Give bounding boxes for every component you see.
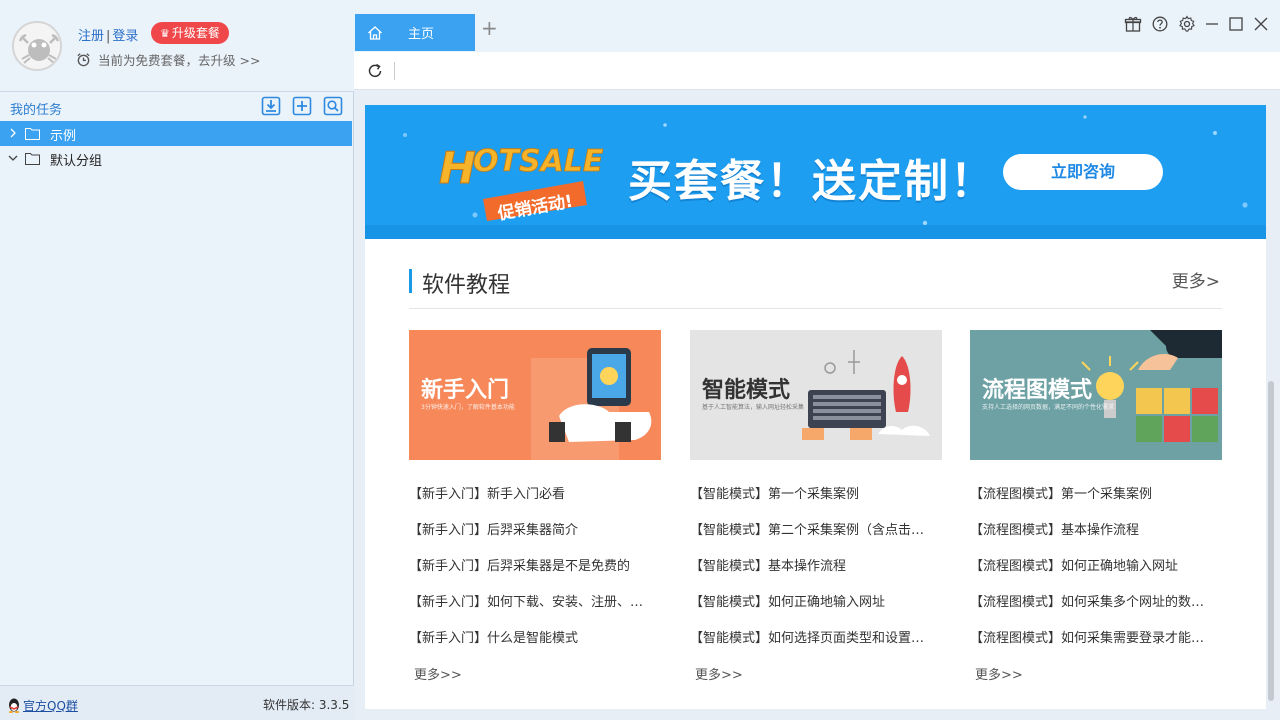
tutorial-link[interactable]: 【流程图模式】基本操作流程 <box>970 519 1222 555</box>
banner-title: 买套餐！送定制！ <box>628 156 996 207</box>
alarm-clock-icon <box>77 53 90 67</box>
card-subtitle: 基于人工智能算法，输入网址轻松采集 <box>702 404 805 411</box>
refresh-icon[interactable] <box>366 62 384 80</box>
card-title: 新手入门 <box>421 378 510 403</box>
column-more-link[interactable]: 更多>> <box>695 664 743 683</box>
column-beginner: 新手入门 3分钟快速入门，了解软件基本功能 【新手入门】新手入门必看 【新手入门… <box>409 330 661 683</box>
tutorial-link[interactable]: 【智能模式】如何正确地输入网址 <box>690 591 942 627</box>
promo-banner[interactable]: H OTSALE 促销活动! 买套餐！送定制！ 立即咨询 <box>365 105 1266 239</box>
card-subtitle: 3分钟快速入门，了解软件基本功能 <box>421 404 515 411</box>
tutorial-section-header: 软件教程 更多> <box>409 263 1222 309</box>
search-task-icon[interactable] <box>323 96 343 116</box>
folder-icon <box>25 153 40 165</box>
card-title: 流程图模式 <box>982 378 1093 403</box>
section-title: 软件教程 <box>422 273 511 298</box>
help-icon[interactable] <box>1151 15 1169 33</box>
card-subtitle: 支持人工选择的网页数据，满足不同的个性化需求 <box>982 404 1115 411</box>
settings-gear-icon[interactable] <box>1178 15 1196 33</box>
link-list: 【新手入门】新手入门必看 【新手入门】后羿采集器简介 【新手入门】后羿采集器是不… <box>409 483 661 663</box>
svg-text:H: H <box>439 143 476 194</box>
tutorial-link[interactable]: 【智能模式】如何选择页面类型和设置… <box>690 627 942 663</box>
register-link[interactable]: 注册 <box>78 29 104 44</box>
section-accent-bar <box>409 269 412 293</box>
chevron-right-icon[interactable] <box>7 127 19 139</box>
maximize-icon[interactable] <box>1227 15 1245 33</box>
tutorial-link[interactable]: 【智能模式】基本操作流程 <box>690 555 942 591</box>
tutorial-link[interactable]: 【新手入门】后羿采集器简介 <box>409 519 661 555</box>
home-icon <box>368 26 382 40</box>
card-smart-mode[interactable]: 智能模式 基于人工智能算法，输入网址轻松采集 <box>690 330 942 460</box>
tutorial-link[interactable]: 【新手入门】新手入门必看 <box>409 483 661 519</box>
minimize-icon[interactable] <box>1203 15 1221 33</box>
column-flowchart-mode: 流程图模式 支持人工选择的网页数据，满足不同的个性化需求 【流程图模式】第一个采… <box>970 330 1222 683</box>
qq-penguin-icon <box>8 698 20 713</box>
address-input[interactable] <box>394 62 395 80</box>
card-beginner[interactable]: 新手入门 3分钟快速入门，了解软件基本功能 <box>409 330 661 460</box>
official-qq-group-link[interactable]: 官方QQ群 <box>23 697 78 714</box>
tree-item-label: 示例 <box>50 129 77 144</box>
vertical-scrollbar[interactable] <box>1268 381 1274 701</box>
link-list: 【智能模式】第一个采集案例 【智能模式】第二个采集案例（含点击… 【智能模式】基… <box>690 483 942 663</box>
hotsale-logo-icon: H OTSALE 促销活动! <box>439 143 605 225</box>
sidebar-footer: 官方QQ群 软件版本: 3.3.5 <box>0 685 354 720</box>
address-bar <box>354 52 1280 90</box>
add-tab-button[interactable]: + <box>481 18 498 38</box>
close-icon[interactable] <box>1252 15 1270 33</box>
tutorial-link[interactable]: 【智能模式】第一个采集案例 <box>690 483 942 519</box>
user-box: 注册 | 登录 ♛ 升级套餐 当前为免费套餐，去升级 >> <box>0 0 354 92</box>
upgrade-label: 升级套餐 <box>171 26 220 40</box>
upgrade-plan-button[interactable]: ♛ 升级套餐 <box>151 22 229 44</box>
tutorial-link[interactable]: 【新手入门】什么是智能模式 <box>409 627 661 663</box>
tree-item-label: 默认分组 <box>50 154 103 169</box>
tree-item-example[interactable]: 示例 <box>0 121 352 146</box>
card-flowchart-mode[interactable]: 流程图模式 支持人工选择的网页数据，满足不同的个性化需求 <box>970 330 1222 460</box>
column-smart-mode: 智能模式 基于人工智能算法，输入网址轻松采集 【智能模式】第一个采集案例 【智能… <box>690 330 942 683</box>
login-link[interactable]: 登录 <box>112 29 138 44</box>
content-area: H OTSALE 促销活动! 买套餐！送定制！ 立即咨询 软件教程 更多> 新手… <box>354 91 1280 720</box>
tutorial-link[interactable]: 【流程图模式】第一个采集案例 <box>970 483 1222 519</box>
avatar[interactable] <box>12 21 62 71</box>
column-more-link[interactable]: 更多>> <box>975 664 1023 683</box>
left-panel: 注册 | 登录 ♛ 升级套餐 当前为免费套餐，去升级 >> 我的任务 示例 默认… <box>0 0 354 720</box>
card-title: 智能模式 <box>702 378 791 403</box>
software-version: 软件版本: 3.3.5 <box>263 698 350 712</box>
crab-avatar-icon <box>18 33 60 64</box>
plan-text: 当前为免费套餐，去升级 >> <box>98 53 261 68</box>
tutorial-link[interactable]: 【流程图模式】如何采集需要登录才能… <box>970 627 1222 663</box>
my-tasks-header: 我的任务 <box>0 94 354 120</box>
login-links: 注册 | 登录 <box>78 25 138 44</box>
tab-home[interactable]: 主页 <box>355 14 475 51</box>
my-tasks-title: 我的任务 <box>10 103 63 118</box>
gift-icon[interactable] <box>1124 15 1142 33</box>
column-more-link[interactable]: 更多>> <box>414 664 462 683</box>
link-list: 【流程图模式】第一个采集案例 【流程图模式】基本操作流程 【流程图模式】如何正确… <box>970 483 1222 663</box>
home-page: H OTSALE 促销活动! 买套餐！送定制！ 立即咨询 软件教程 更多> 新手… <box>365 105 1266 709</box>
tutorial-link[interactable]: 【流程图模式】如何正确地输入网址 <box>970 555 1222 591</box>
tutorial-link[interactable]: 【新手入门】后羿采集器是不是免费的 <box>409 555 661 591</box>
plan-status[interactable]: 当前为免费套餐，去升级 >> <box>76 50 260 69</box>
tree-item-default-group[interactable]: 默认分组 <box>0 146 352 171</box>
new-task-icon[interactable] <box>292 96 312 116</box>
chevron-down-icon[interactable] <box>7 152 19 164</box>
folder-icon <box>25 128 40 140</box>
tab-bar: 主页 + <box>354 0 1280 52</box>
tab-home-label: 主页 <box>408 27 435 42</box>
import-task-icon[interactable] <box>261 96 281 116</box>
tutorial-link[interactable]: 【流程图模式】如何采集多个网址的数… <box>970 591 1222 627</box>
login-separator: | <box>106 29 111 44</box>
svg-text:OTSALE: OTSALE <box>473 144 604 179</box>
tutorial-link[interactable]: 【智能模式】第二个采集案例（含点击… <box>690 519 942 555</box>
crown-icon: ♛ <box>160 27 170 40</box>
section-more-link[interactable]: 更多> <box>1172 267 1220 292</box>
tutorial-link[interactable]: 【新手入门】如何下载、安装、注册、… <box>409 591 661 627</box>
consult-now-button[interactable]: 立即咨询 <box>1003 154 1163 190</box>
